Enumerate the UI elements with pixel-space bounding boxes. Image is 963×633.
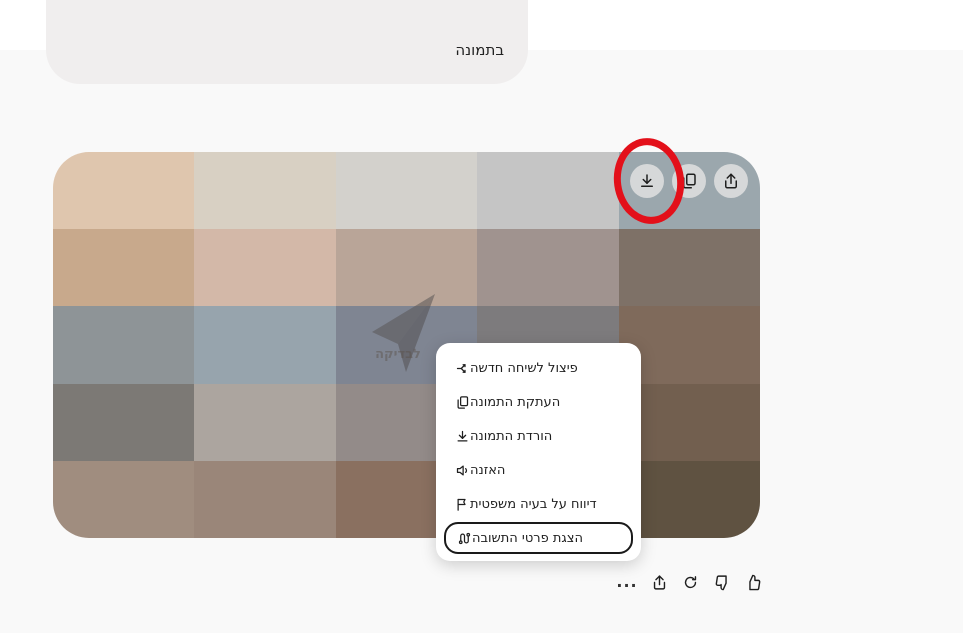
copy-icon [454,394,470,410]
menu-item-download-image[interactable]: הורדת התמונה [444,420,633,452]
share-image-button[interactable] [714,164,748,198]
more-label: ... [616,572,638,591]
branch-icon [454,360,470,376]
menu-item-branch-chat[interactable]: פיצול לשיחה חדשה [444,352,633,384]
thumbs-down-icon [715,574,727,590]
image-tile [53,229,195,307]
menu-item-label: הצגת פרטי התשובה [472,530,583,546]
user-message-bubble: בתמונה [46,0,528,84]
menu-item-label: האזנה [470,462,506,478]
image-tile [53,460,195,538]
menu-item-label: פיצול לשיחה חדשה [470,360,578,376]
flag-icon [454,496,470,512]
image-tile [194,383,336,461]
menu-item-response-details[interactable]: הצגת פרטי התשובה [444,522,633,554]
thumbs-down-button[interactable] [712,572,732,592]
image-tile [618,229,760,307]
thumbs-up-button[interactable] [743,572,763,592]
image-tile [53,152,195,230]
download-icon [454,428,470,444]
menu-item-listen[interactable]: האזנה [444,454,633,486]
more-button[interactable]: ... [616,572,638,592]
retry-button[interactable] [680,572,700,592]
menu-item-label: דיווח על בעיה משפטית [470,496,597,512]
image-tile [194,229,336,307]
image-tile [335,152,478,230]
retry-icon [684,575,696,588]
image-tile [53,306,195,384]
user-message-text: בתמונה [455,41,504,59]
route-icon [456,530,472,546]
menu-item-label: הורדת התמונה [470,428,553,444]
context-menu: פיצול לשיחה חדשה העתקת התמונה הורדת התמו… [436,343,641,561]
share-icon [653,574,665,590]
menu-item-report-legal[interactable]: דיווח על בעיה משפטית [444,488,633,520]
menu-item-label: העתקת התמונה [470,394,561,410]
share-icon [725,173,737,189]
speaker-icon [454,462,470,478]
image-tile [53,383,195,461]
image-tile [194,306,336,384]
watermark-text: לבדיקה [375,347,421,362]
image-tile [194,460,336,538]
image-tile [194,152,336,230]
image-tile [477,229,619,307]
share-button[interactable] [649,572,669,592]
thumbs-up-icon [748,574,760,590]
image-tile [477,152,619,230]
menu-item-copy-image[interactable]: העתקת התמונה [444,386,633,418]
